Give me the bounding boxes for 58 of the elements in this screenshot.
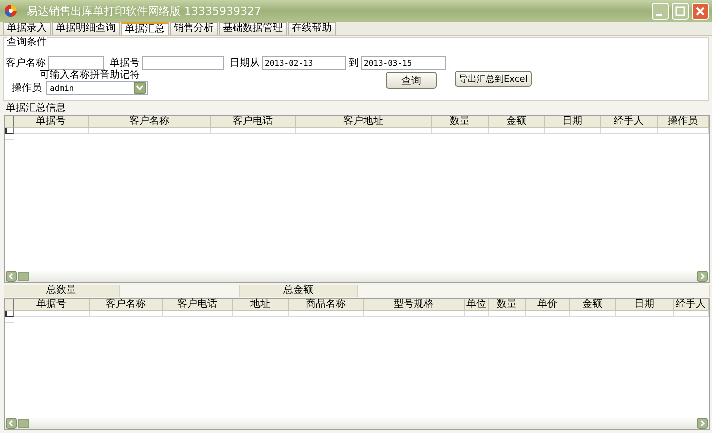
export-button[interactable]: 导出汇总到Excel: [455, 71, 532, 87]
column-header[interactable]: 金额: [489, 116, 545, 128]
column-header[interactable]: 客户电话: [163, 299, 233, 311]
column-header[interactable]: 经手人: [601, 116, 658, 128]
horizontal-scrollbar[interactable]: [5, 418, 709, 429]
column-header[interactable]: 数量: [432, 116, 489, 128]
column-header[interactable]: 日期: [545, 116, 601, 128]
field-label: 操作员: [12, 82, 42, 95]
query-button[interactable]: 查询: [386, 72, 437, 89]
column-header[interactable]: 数量: [489, 299, 526, 311]
horizontal-scrollbar[interactable]: [5, 271, 709, 282]
column-header[interactable]: 客户电话: [211, 116, 296, 128]
input-field[interactable]: [142, 56, 224, 70]
tab[interactable]: 单据汇总: [121, 22, 169, 35]
section-title: 单据汇总信息: [6, 104, 67, 114]
column-header[interactable]: 日期: [616, 299, 674, 311]
row-selector[interactable]: [5, 128, 14, 134]
hint-text: 可输入名称拼音助记符: [40, 70, 141, 81]
field-label: 日期从: [230, 56, 260, 70]
window-title: 易达销售出库单打印软件网络版 13335939327: [27, 4, 262, 18]
column-header[interactable]: 单位: [465, 299, 489, 311]
column-header[interactable]: 金额: [570, 299, 616, 311]
close-icon[interactable]: [692, 2, 709, 20]
scroll-thumb[interactable]: [18, 272, 29, 281]
column-header[interactable]: 单据号: [14, 116, 89, 128]
column-header[interactable]: 客户地址: [296, 116, 432, 128]
tab[interactable]: 单据录入: [3, 22, 51, 35]
column-header[interactable]: 地址: [233, 299, 289, 311]
column-header[interactable]: 客户名称: [89, 116, 211, 128]
scroll-right-icon[interactable]: [697, 418, 708, 429]
column-header[interactable]: 经手人: [674, 299, 709, 311]
column-header[interactable]: 客户名称: [90, 299, 163, 311]
chevron-down-icon: [134, 82, 146, 94]
group-title: 查询条件: [7, 37, 47, 48]
field-label: 到: [349, 57, 359, 70]
column-header[interactable]: 型号规格: [364, 299, 465, 311]
column-header[interactable]: 商品名称: [289, 299, 364, 311]
field-label: 单据号: [110, 56, 140, 70]
date-field[interactable]: 2013-02-13: [262, 56, 346, 70]
tab[interactable]: 销售分析: [170, 22, 218, 35]
tab[interactable]: 单据明细查询: [52, 22, 120, 35]
tab[interactable]: 基础数据管理: [219, 22, 287, 35]
scroll-left-icon[interactable]: [6, 271, 17, 282]
date-field[interactable]: 2013-03-15: [361, 56, 446, 70]
scroll-thumb[interactable]: [18, 419, 29, 428]
field-label: 客户名称: [6, 56, 46, 70]
maximize-icon[interactable]: [672, 2, 689, 20]
scroll-right-icon[interactable]: [697, 271, 708, 282]
scroll-left-icon[interactable]: [6, 418, 17, 429]
column-header[interactable]: 单价: [526, 299, 570, 311]
operator-dropdown[interactable]: admin: [46, 81, 148, 95]
row-selector[interactable]: [5, 311, 14, 317]
minimize-icon[interactable]: [652, 2, 669, 20]
app-logo-icon: [4, 4, 18, 18]
column-header[interactable]: 操作员: [658, 116, 709, 128]
column-header[interactable]: 单据号: [14, 299, 90, 311]
tab[interactable]: 在线帮助: [288, 22, 336, 35]
input-field[interactable]: [48, 56, 104, 70]
